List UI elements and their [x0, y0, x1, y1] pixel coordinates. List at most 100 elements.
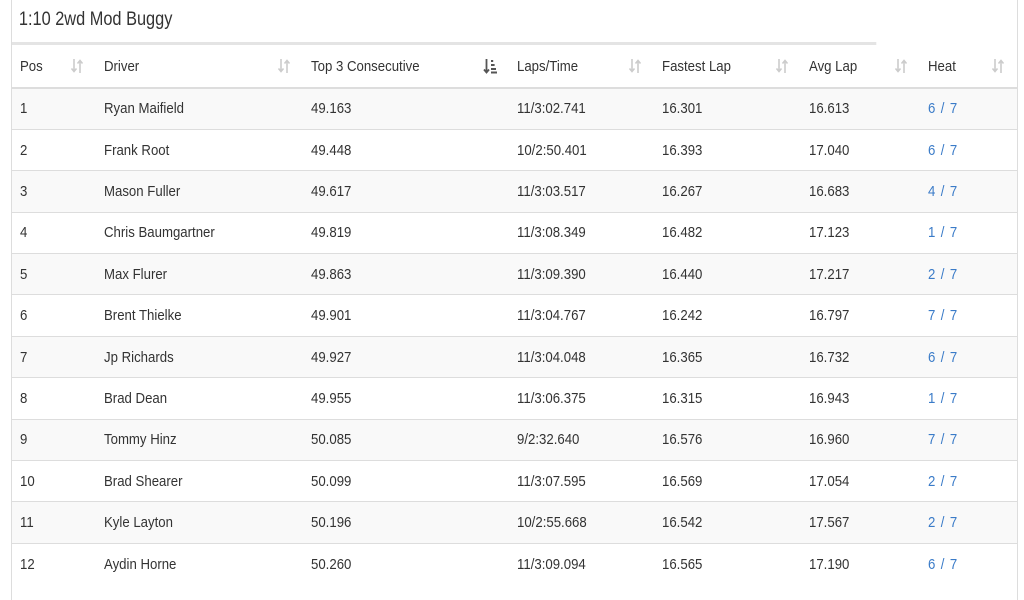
laps-value: 10/2:55.668 — [517, 514, 587, 532]
column-header-heat[interactable]: Heat — [920, 45, 1017, 89]
cell-fastest: 16.542 — [654, 501, 801, 544]
driver-value: Mason Fuller — [104, 182, 181, 200]
top3-value: 50.196 — [311, 514, 352, 532]
cell-pos: 6 — [12, 294, 96, 337]
table-row: 6 Brent Thielke 49.901 11/3:04.767 16.242 16.… — [12, 294, 1017, 337]
cell-top3: 49.955 — [303, 377, 509, 420]
cell-fastest: 16.267 — [654, 170, 801, 213]
cell-driver: Aydin Horne — [96, 542, 303, 585]
cell-avg: 17.190 — [801, 542, 920, 585]
column-header-fastest[interactable]: Fastest Lap — [654, 45, 801, 89]
heat-link[interactable]: 2 / 7 — [928, 514, 958, 531]
cell-top3: 49.617 — [303, 170, 509, 213]
column-header-laps[interactable]: Laps/Time — [509, 45, 654, 89]
cell-heat: 7 / 7 — [920, 294, 1017, 337]
heat-link[interactable]: 6 / 7 — [928, 100, 958, 117]
cell-driver: Tommy Hinz — [96, 418, 303, 461]
cell-fastest: 16.301 — [654, 87, 801, 130]
heat-link[interactable]: 6 / 7 — [928, 556, 958, 573]
driver-value: Brad Shearer — [104, 472, 183, 490]
cell-driver: Max Flurer — [96, 253, 303, 295]
heat-link[interactable]: 2 / 7 — [928, 473, 958, 490]
sort-icon[interactable] — [775, 58, 789, 74]
pos-value: 8 — [20, 389, 28, 407]
heat-link[interactable]: 6 / 7 — [928, 349, 958, 366]
cell-laps: 9/2:32.640 — [509, 418, 654, 461]
driver-value: Brad Dean — [104, 389, 168, 407]
sort-icon[interactable] — [628, 58, 642, 74]
cell-heat: 1 / 7 — [920, 377, 1017, 420]
pos-value: 12 — [20, 555, 35, 573]
sort-icon[interactable] — [991, 58, 1005, 74]
sort-ascending-icon[interactable] — [483, 58, 497, 74]
cell-top3: 49.927 — [303, 335, 509, 378]
cell-laps: 11/3:07.595 — [509, 460, 654, 502]
laps-value: 11/3:07.595 — [517, 472, 586, 490]
top3-value: 49.863 — [311, 265, 352, 283]
cell-heat: 1 / 7 — [920, 211, 1017, 254]
cell-driver: Ryan Maifield — [96, 87, 303, 130]
table-row: 5 Max Flurer 49.863 11/3:09.390 16.440 17.217… — [12, 253, 1017, 295]
cell-avg: 17.567 — [801, 501, 920, 544]
cell-top3: 49.901 — [303, 294, 509, 337]
fastest-value: 16.242 — [662, 307, 703, 325]
sort-icon[interactable] — [70, 58, 84, 74]
results-table: Pos Driver Top 3 Consecutive Laps/Time Faste… — [12, 45, 1017, 585]
column-header-driver[interactable]: Driver — [96, 45, 303, 89]
sort-icon[interactable] — [894, 58, 908, 74]
cell-fastest: 16.393 — [654, 128, 801, 171]
cell-heat: 2 / 7 — [920, 501, 1017, 544]
heat-link[interactable]: 1 / 7 — [928, 390, 958, 407]
cell-avg: 16.797 — [801, 294, 920, 337]
fastest-value: 16.393 — [662, 141, 703, 159]
cell-avg: 16.732 — [801, 335, 920, 378]
cell-heat: 2 / 7 — [920, 460, 1017, 502]
cell-driver: Brent Thielke — [96, 294, 303, 337]
panel-title: 1:10 2wd Mod Buggy — [12, 0, 877, 45]
cell-laps: 10/2:55.668 — [509, 501, 654, 544]
heat-link[interactable]: 6 / 7 — [928, 142, 958, 159]
fastest-value: 16.440 — [662, 265, 703, 283]
cell-pos: 7 — [12, 335, 96, 378]
table-row: 10 Brad Shearer 50.099 11/3:07.595 16.569 17.… — [12, 460, 1017, 502]
heat-link[interactable]: 2 / 7 — [928, 266, 958, 283]
cell-pos: 1 — [12, 87, 96, 130]
laps-value: 11/3:03.517 — [517, 182, 586, 200]
heat-link[interactable]: 7 / 7 — [928, 307, 958, 324]
column-header-label: Fastest Lap — [662, 57, 731, 75]
avg-value: 16.797 — [809, 307, 850, 325]
cell-laps: 11/3:09.390 — [509, 253, 654, 295]
cell-avg: 17.123 — [801, 211, 920, 254]
fastest-value: 16.267 — [662, 182, 703, 200]
column-header-avg[interactable]: Avg Lap — [801, 45, 920, 89]
pos-value: 9 — [20, 431, 28, 449]
top3-value: 49.163 — [311, 100, 352, 118]
driver-value: Frank Root — [104, 141, 170, 159]
cell-pos: 11 — [12, 501, 96, 544]
cell-driver: Kyle Layton — [96, 501, 303, 544]
cell-pos: 3 — [12, 170, 96, 213]
cell-heat: 6 / 7 — [920, 87, 1017, 130]
column-header-top3[interactable]: Top 3 Consecutive — [303, 45, 509, 89]
cell-heat: 6 / 7 — [920, 335, 1017, 378]
cell-avg: 17.054 — [801, 460, 920, 502]
laps-value: 11/3:04.767 — [517, 307, 586, 325]
cell-driver: Brad Shearer — [96, 460, 303, 502]
sort-icon[interactable] — [277, 58, 291, 74]
avg-value: 16.732 — [809, 348, 850, 366]
cell-laps: 11/3:04.048 — [509, 335, 654, 378]
avg-value: 16.613 — [809, 100, 850, 118]
cell-fastest: 16.440 — [654, 253, 801, 295]
driver-value: Tommy Hinz — [104, 431, 177, 449]
heat-link[interactable]: 4 / 7 — [928, 183, 958, 200]
cell-pos: 12 — [12, 542, 96, 585]
heat-link[interactable]: 1 / 7 — [928, 224, 958, 241]
column-header-pos[interactable]: Pos — [12, 45, 96, 89]
top3-value: 49.819 — [311, 224, 352, 242]
table-row: 11 Kyle Layton 50.196 10/2:55.668 16.542 17.5… — [12, 501, 1017, 544]
heat-link[interactable]: 7 / 7 — [928, 431, 958, 448]
laps-value: 11/3:02.741 — [517, 100, 586, 118]
table-row: 8 Brad Dean 49.955 11/3:06.375 16.315 16.943 1… — [12, 377, 1017, 420]
column-header-label: Top 3 Consecutive — [311, 57, 420, 75]
laps-value: 11/3:09.390 — [517, 265, 586, 283]
